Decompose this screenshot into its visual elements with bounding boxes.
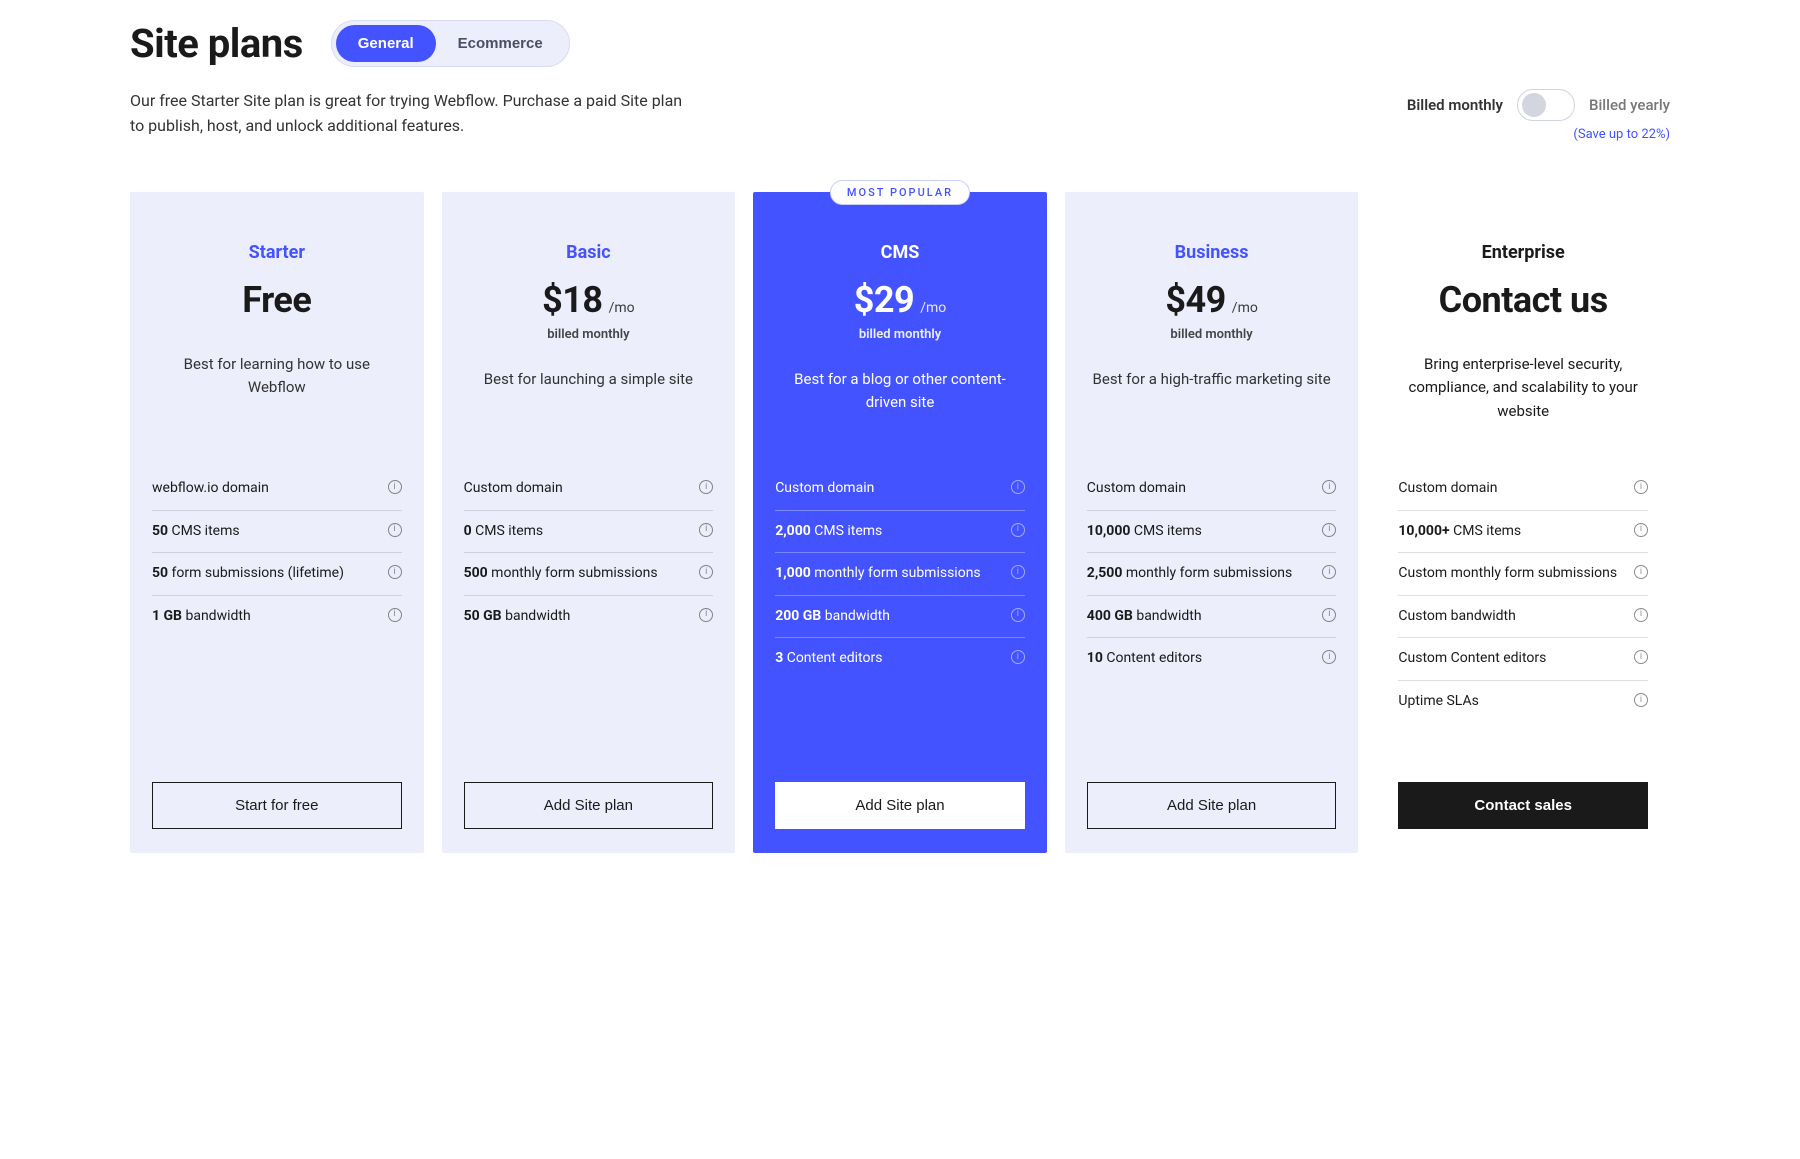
plan-type-tabs: General Ecommerce (331, 20, 570, 67)
plan-desc: Best for learning how to use Webflow (152, 353, 402, 433)
plan-desc: Best for a high-traffic marketing site (1087, 368, 1337, 448)
plan-name: Starter (152, 242, 402, 263)
plans-grid: Starter Free Best for learning how to us… (130, 192, 1670, 853)
feature-row: Custom monthly form submissionsi (1398, 553, 1648, 596)
page-title: Site plans (130, 20, 303, 67)
plan-name: Enterprise (1398, 242, 1648, 263)
plan-billed: billed monthly (775, 327, 1025, 342)
billing-toggle[interactable] (1517, 89, 1575, 121)
info-icon[interactable]: i (1634, 523, 1648, 537)
info-icon[interactable]: i (388, 480, 402, 494)
billing-monthly-label: Billed monthly (1407, 96, 1503, 114)
add-site-plan-button[interactable]: Add Site plan (1087, 782, 1337, 829)
start-for-free-button[interactable]: Start for free (152, 782, 402, 829)
feature-row: 3 Content editorsi (775, 638, 1025, 680)
info-icon[interactable]: i (1011, 523, 1025, 537)
plan-card-basic: Basic $18 /mo billed monthly Best for la… (442, 192, 736, 853)
billing-save-note: (Save up to 22%) (1407, 127, 1670, 142)
info-icon[interactable]: i (1634, 650, 1648, 664)
feature-row: 1 GB bandwidthi (152, 596, 402, 638)
feature-row: 10,000+ CMS itemsi (1398, 511, 1648, 554)
feature-row: webflow.io domaini (152, 468, 402, 511)
feature-row: 50 form submissions (lifetime)i (152, 553, 402, 596)
feature-row: 400 GB bandwidthi (1087, 596, 1337, 639)
most-popular-badge: MOST POPULAR (830, 180, 970, 205)
feature-row: 1,000 monthly form submissionsi (775, 553, 1025, 596)
plan-features: Custom domaini 10,000+ CMS itemsi Custom… (1398, 468, 1648, 758)
info-icon[interactable]: i (1011, 608, 1025, 622)
feature-row: 50 GB bandwidthi (464, 596, 714, 638)
feature-row: 200 GB bandwidthi (775, 596, 1025, 639)
tab-ecommerce[interactable]: Ecommerce (436, 25, 565, 62)
info-icon[interactable]: i (1322, 608, 1336, 622)
info-icon[interactable]: i (699, 565, 713, 579)
info-icon[interactable]: i (1634, 480, 1648, 494)
add-site-plan-button[interactable]: Add Site plan (775, 782, 1025, 829)
billing-yearly-label: Billed yearly (1589, 96, 1670, 114)
plan-desc: Best for a blog or other content-driven … (775, 368, 1025, 448)
plan-price: Free (242, 279, 311, 321)
plan-price: $49 (1165, 279, 1225, 321)
feature-row: Custom bandwidthi (1398, 596, 1648, 639)
plan-card-business: Business $49 /mo billed monthly Best for… (1065, 192, 1359, 853)
info-icon[interactable]: i (699, 608, 713, 622)
plan-price: $18 (542, 279, 602, 321)
plan-card-starter: Starter Free Best for learning how to us… (130, 192, 424, 853)
feature-row: 50 CMS itemsi (152, 511, 402, 554)
plan-desc: Bring enterprise-level security, complia… (1398, 353, 1648, 433)
feature-row: 2,500 monthly form submissionsi (1087, 553, 1337, 596)
plan-desc: Best for launching a simple site (464, 368, 714, 448)
contact-sales-button[interactable]: Contact sales (1398, 782, 1648, 829)
page-subtitle: Our free Starter Site plan is great for … (130, 89, 690, 139)
info-icon[interactable]: i (1322, 523, 1336, 537)
plan-features: Custom domaini 2,000 CMS itemsi 1,000 mo… (775, 468, 1025, 758)
feature-row: Custom domaini (1087, 468, 1337, 511)
feature-row: 10,000 CMS itemsi (1087, 511, 1337, 554)
plan-name: CMS (775, 242, 1025, 263)
feature-row: Custom Content editorsi (1398, 638, 1648, 681)
info-icon[interactable]: i (1322, 650, 1336, 664)
plan-price: $29 (854, 279, 914, 321)
feature-row: 500 monthly form submissionsi (464, 553, 714, 596)
feature-row: 2,000 CMS itemsi (775, 511, 1025, 554)
info-icon[interactable]: i (1634, 693, 1648, 707)
plan-card-cms: MOST POPULAR CMS $29 /mo billed monthly … (753, 192, 1047, 853)
plan-features: Custom domaini 10,000 CMS itemsi 2,500 m… (1087, 468, 1337, 758)
plan-billed: billed monthly (1087, 327, 1337, 342)
plan-per: /mo (1232, 300, 1258, 316)
info-icon[interactable]: i (1011, 480, 1025, 494)
plan-price: Contact us (1439, 279, 1608, 321)
feature-row: 10 Content editorsi (1087, 638, 1337, 680)
info-icon[interactable]: i (388, 565, 402, 579)
info-icon[interactable]: i (1322, 480, 1336, 494)
plan-features: Custom domaini 0 CMS itemsi 500 monthly … (464, 468, 714, 758)
info-icon[interactable]: i (1011, 650, 1025, 664)
info-icon[interactable]: i (1634, 608, 1648, 622)
tab-general[interactable]: General (336, 25, 436, 62)
info-icon[interactable]: i (699, 480, 713, 494)
plan-name: Basic (464, 242, 714, 263)
feature-row: 0 CMS itemsi (464, 511, 714, 554)
feature-row: Custom domaini (775, 468, 1025, 511)
toggle-knob (1522, 93, 1546, 117)
feature-row: Custom domaini (1398, 468, 1648, 511)
info-icon[interactable]: i (699, 523, 713, 537)
feature-row: Custom domaini (464, 468, 714, 511)
add-site-plan-button[interactable]: Add Site plan (464, 782, 714, 829)
plan-per: /mo (609, 300, 635, 316)
plan-billed: billed monthly (464, 327, 714, 342)
info-icon[interactable]: i (1322, 565, 1336, 579)
plan-name: Business (1087, 242, 1337, 263)
info-icon[interactable]: i (1011, 565, 1025, 579)
info-icon[interactable]: i (388, 523, 402, 537)
plan-card-enterprise: Enterprise Contact us Bring enterprise-l… (1376, 192, 1670, 853)
feature-row: Uptime SLAsi (1398, 681, 1648, 723)
plan-per: /mo (920, 300, 946, 316)
info-icon[interactable]: i (388, 608, 402, 622)
plan-features: webflow.io domaini 50 CMS itemsi 50 form… (152, 468, 402, 758)
info-icon[interactable]: i (1634, 565, 1648, 579)
